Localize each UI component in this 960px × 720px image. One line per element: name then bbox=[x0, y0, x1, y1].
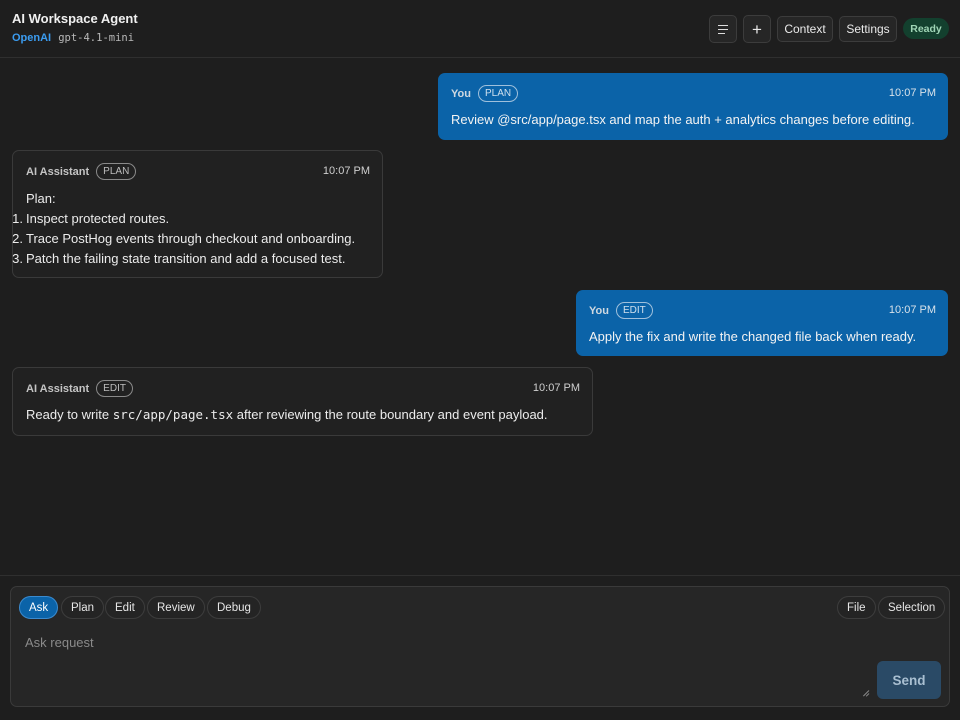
plan-step-text: Inspect protected routes. bbox=[26, 211, 170, 226]
plus-icon: + bbox=[752, 19, 762, 39]
mode-debug-button[interactable]: Debug bbox=[207, 596, 261, 619]
plan-step-text: Trace PostHog events through checkout an… bbox=[26, 231, 356, 246]
message-meta: AI Assistant EDIT bbox=[26, 380, 133, 397]
message-text-after: after reviewing the route boundary and e… bbox=[236, 407, 548, 422]
mode-badge: PLAN bbox=[96, 163, 137, 180]
mode-ask-button[interactable]: Ask bbox=[19, 596, 59, 619]
menu-icon bbox=[718, 24, 728, 34]
composer: Ask Plan Edit Review Debug File Selectio… bbox=[10, 586, 950, 707]
message-sender: AI Assistant bbox=[26, 165, 90, 178]
message-user-2: You EDIT 10:07 PM Apply the fix and writ… bbox=[576, 290, 948, 356]
model-info: OpenAI gpt-4.1-mini bbox=[12, 32, 134, 44]
model-label: gpt-4.1-mini bbox=[58, 32, 135, 44]
message-text: Review @src/app/page.tsx and map the aut… bbox=[451, 112, 915, 127]
mode-badge: PLAN bbox=[477, 85, 519, 102]
plan-step-text: Patch the failing state transition and a… bbox=[26, 251, 346, 266]
message-assistant-1: AI Assistant PLAN 10:07 PM Plan: 1. Insp… bbox=[12, 150, 383, 278]
message-assistant-2: AI Assistant EDIT 10:07 PM Ready to writ… bbox=[12, 367, 593, 436]
attach-selection-button[interactable]: Selection bbox=[878, 596, 946, 619]
resize-handle-icon[interactable] bbox=[861, 687, 870, 697]
mode-badge: EDIT bbox=[615, 302, 653, 319]
message-time: 10:07 PM bbox=[322, 165, 370, 177]
message-time: 10:07 PM bbox=[888, 304, 936, 316]
mode-edit-button[interactable]: Edit bbox=[105, 596, 145, 619]
app-title: AI Workspace Agent bbox=[12, 11, 138, 26]
message-text: Apply the fix and write the changed file… bbox=[589, 329, 917, 344]
plan-step-number: 1. bbox=[12, 211, 23, 226]
context-button[interactable]: Context bbox=[777, 16, 833, 42]
message-text-before: Ready to write bbox=[26, 407, 110, 422]
plan-step: 2. Trace PostHog events through checkout… bbox=[12, 231, 356, 246]
request-input[interactable]: Ask request bbox=[25, 635, 94, 650]
app-header: AI Workspace Agent OpenAI gpt-4.1-mini +… bbox=[0, 0, 960, 58]
send-button[interactable]: Send bbox=[877, 661, 941, 699]
mode-review-button[interactable]: Review bbox=[147, 596, 205, 619]
message-sender: You bbox=[451, 87, 471, 100]
message-meta: AI Assistant PLAN bbox=[26, 163, 137, 180]
message-sender: You bbox=[589, 304, 609, 317]
mode-badge: EDIT bbox=[96, 380, 133, 397]
message-sender: AI Assistant bbox=[26, 382, 90, 395]
attach-file-button[interactable]: File bbox=[837, 596, 876, 619]
message-time: 10:07 PM bbox=[888, 87, 936, 99]
message-text: Ready to write src/app/page.tsx after re… bbox=[26, 407, 548, 422]
plan-intro: Plan: bbox=[26, 191, 56, 206]
plan-step: 3. Patch the failing state transition an… bbox=[12, 251, 346, 266]
message-meta: You EDIT bbox=[589, 302, 653, 319]
plan-step-number: 3. bbox=[12, 251, 23, 266]
composer-divider bbox=[0, 575, 960, 576]
provider-label: OpenAI bbox=[12, 32, 52, 44]
message-user-1: You PLAN 10:07 PM Review @src/app/page.t… bbox=[438, 73, 948, 140]
mode-plan-button[interactable]: Plan bbox=[61, 596, 105, 619]
menu-button[interactable] bbox=[709, 15, 737, 43]
plan-step-number: 2. bbox=[12, 231, 23, 246]
status-badge: Ready bbox=[903, 18, 949, 39]
plan-step: 1. Inspect protected routes. bbox=[12, 211, 170, 226]
new-chat-button[interactable]: + bbox=[743, 15, 771, 43]
message-time: 10:07 PM bbox=[532, 382, 580, 394]
message-meta: You PLAN bbox=[451, 85, 519, 102]
settings-button[interactable]: Settings bbox=[839, 16, 897, 42]
file-path-code: src/app/page.tsx bbox=[112, 407, 234, 422]
